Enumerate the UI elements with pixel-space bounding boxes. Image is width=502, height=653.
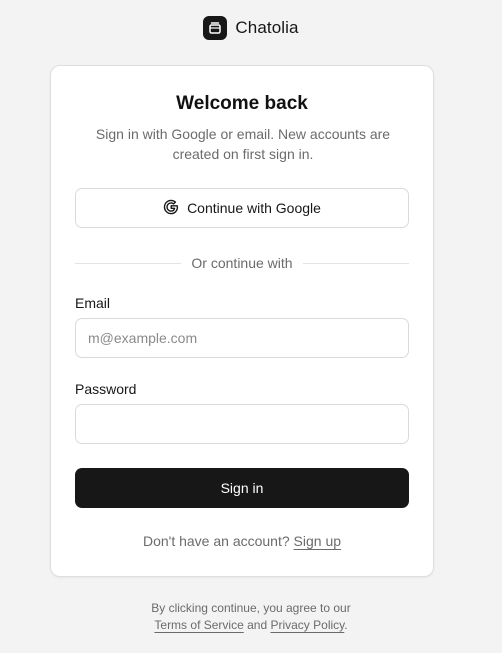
google-icon — [163, 199, 179, 218]
signup-row: Don't have an account? Sign up — [51, 533, 433, 549]
footer-line1: By clicking continue, you agree to our — [151, 601, 351, 615]
password-label: Password — [75, 381, 137, 397]
or-divider: Or continue with — [75, 253, 410, 273]
brand-name: Chatolia — [235, 18, 299, 37]
google-button-label: Continue with Google — [187, 200, 321, 216]
password-field[interactable] — [75, 404, 409, 444]
terms-of-service-link[interactable]: Terms of Service — [154, 618, 243, 632]
divider-line-right — [302, 262, 410, 264]
sign-in-button[interactable]: Sign in — [75, 468, 409, 508]
email-field[interactable] — [75, 318, 409, 358]
divider-text: Or continue with — [191, 255, 293, 271]
brand-header: Chatolia — [0, 16, 502, 40]
privacy-policy-link[interactable]: Privacy Policy — [270, 618, 344, 632]
box-logo-icon — [203, 16, 228, 40]
footer-line2: Terms of Service and Privacy Policy. — [0, 617, 502, 634]
signin-card: Welcome back Sign in with Google or emai… — [50, 65, 434, 577]
footer-and-text: and — [247, 618, 268, 632]
sign-up-link[interactable]: Sign up — [294, 533, 341, 549]
continue-with-google-button[interactable]: Continue with Google — [75, 188, 409, 228]
signup-prompt: Don't have an account? — [142, 533, 290, 549]
page-subtitle: Sign in with Google or email. New accoun… — [95, 126, 391, 162]
legal-footer: By clicking continue, you agree to our T… — [0, 600, 502, 634]
email-label: Email — [75, 295, 111, 311]
divider-line-left — [75, 262, 182, 264]
page-title: Welcome back — [176, 93, 308, 114]
footer-period: . — [344, 618, 348, 632]
